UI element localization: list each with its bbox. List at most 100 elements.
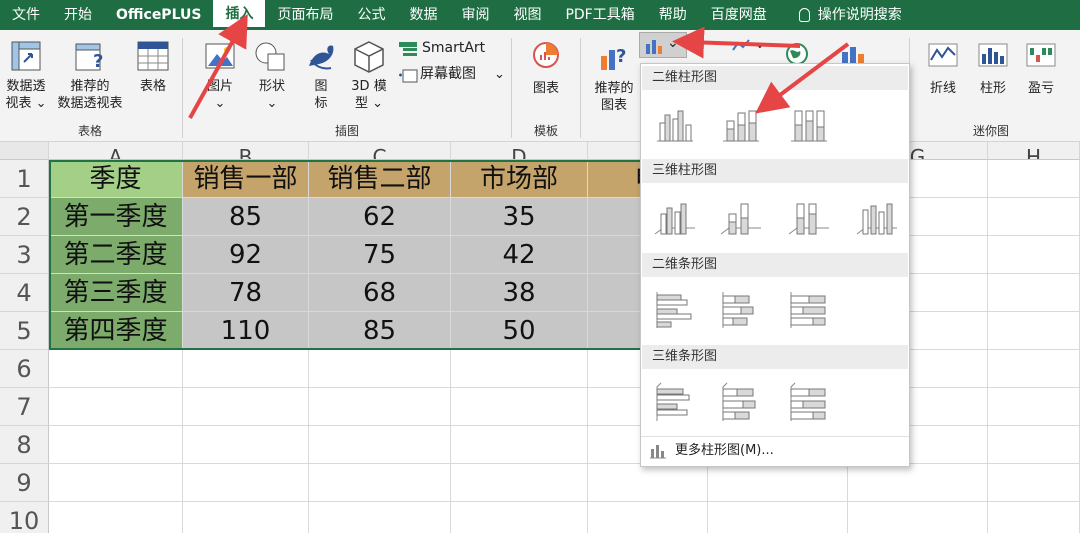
- 3d-model-button[interactable]: 3D 模 型 ⌄: [346, 38, 392, 120]
- quarter-cell[interactable]: 第二季度: [49, 236, 183, 274]
- row-header[interactable]: 7: [0, 388, 49, 426]
- clustered-bar-option[interactable]: [651, 286, 699, 334]
- sparkline-winloss-button[interactable]: 盈亏: [1019, 38, 1063, 108]
- empty-cell[interactable]: [988, 464, 1080, 502]
- empty-cell[interactable]: [451, 350, 588, 388]
- pivot-chart-icon[interactable]: [840, 44, 866, 64]
- quarter-cell[interactable]: 第一季度: [49, 198, 183, 236]
- table-button[interactable]: 表格: [130, 38, 176, 120]
- value-cell[interactable]: 85: [309, 312, 451, 350]
- tab-home[interactable]: 开始: [52, 0, 104, 30]
- 3d-stacked-bar-option[interactable]: [717, 379, 765, 427]
- empty-cell[interactable]: [49, 426, 183, 464]
- spreadsheet-grid[interactable]: A B C D E F G H 1季度销售一部销售二部市场部电2第一季度8562…: [0, 142, 1080, 533]
- empty-cell[interactable]: [49, 388, 183, 426]
- sparkline-line-button[interactable]: 折线: [921, 38, 965, 108]
- table-header-cell[interactable]: 销售一部: [183, 160, 309, 198]
- clustered-column-option[interactable]: [651, 101, 699, 149]
- value-cell[interactable]: 68: [309, 274, 451, 312]
- empty-cell[interactable]: [988, 236, 1080, 274]
- empty-cell[interactable]: [588, 464, 708, 502]
- empty-cell[interactable]: [708, 464, 848, 502]
- empty-cell[interactable]: [988, 502, 1080, 533]
- tab-data[interactable]: 数据: [397, 0, 449, 30]
- empty-cell[interactable]: [309, 502, 451, 533]
- col-header-d[interactable]: D: [451, 142, 588, 160]
- tab-help[interactable]: 帮助: [647, 0, 699, 30]
- row-header[interactable]: 8: [0, 426, 49, 464]
- empty-cell[interactable]: [708, 502, 848, 533]
- empty-cell[interactable]: [588, 502, 708, 533]
- tab-insert[interactable]: 插入: [213, 0, 266, 30]
- picture-button[interactable]: 图片 ⌄: [198, 38, 242, 120]
- 100-stacked-bar-option[interactable]: [785, 286, 833, 334]
- value-cell[interactable]: 85: [183, 198, 309, 236]
- line-chart-button[interactable]: ⌄: [728, 34, 768, 58]
- 3d-clustered-bar-option[interactable]: [651, 379, 699, 427]
- 3d-100-stacked-column-option[interactable]: [785, 194, 833, 242]
- more-column-charts-item[interactable]: 更多柱形图(M)...: [649, 441, 774, 461]
- table-header-cell-quarter[interactable]: 季度: [49, 160, 183, 198]
- column-chart-button[interactable]: ⌄: [639, 32, 687, 58]
- select-all-corner[interactable]: [0, 142, 49, 160]
- chart-template-button[interactable]: 图表: [523, 38, 569, 120]
- value-cell[interactable]: 75: [309, 236, 451, 274]
- tell-me-search[interactable]: 操作说明搜索: [787, 0, 914, 30]
- empty-cell[interactable]: [49, 350, 183, 388]
- empty-cell[interactable]: [183, 502, 309, 533]
- empty-cell[interactable]: [451, 502, 588, 533]
- shapes-button[interactable]: 形状 ⌄: [250, 38, 294, 120]
- pivot-table-button[interactable]: 数据透 视表 ⌄: [2, 38, 50, 120]
- recommended-pivot-button[interactable]: ? 推荐的 数据透视表: [52, 38, 128, 120]
- col-header-b[interactable]: B: [183, 142, 309, 160]
- smartart-button[interactable]: SmartArt: [398, 40, 504, 60]
- empty-cell[interactable]: [988, 426, 1080, 464]
- value-cell[interactable]: 62: [309, 198, 451, 236]
- value-cell[interactable]: 78: [183, 274, 309, 312]
- empty-cell[interactable]: [183, 464, 309, 502]
- empty-cell[interactable]: [309, 464, 451, 502]
- empty-cell[interactable]: [49, 502, 183, 533]
- tab-formulas[interactable]: 公式: [345, 0, 397, 30]
- row-header[interactable]: 6: [0, 350, 49, 388]
- col-header-h[interactable]: H: [988, 142, 1080, 160]
- row-header[interactable]: 9: [0, 464, 49, 502]
- 3d-stacked-column-option[interactable]: [717, 194, 765, 242]
- tab-pdf-tools[interactable]: PDF工具箱: [553, 0, 646, 30]
- value-cell[interactable]: 42: [451, 236, 588, 274]
- empty-cell[interactable]: [988, 160, 1080, 198]
- value-cell[interactable]: 110: [183, 312, 309, 350]
- empty-cell[interactable]: [309, 388, 451, 426]
- empty-cell[interactable]: [988, 198, 1080, 236]
- 3d-100-stacked-bar-option[interactable]: [785, 379, 833, 427]
- stacked-column-option[interactable]: [717, 101, 765, 149]
- empty-cell[interactable]: [988, 350, 1080, 388]
- quarter-cell[interactable]: 第三季度: [49, 274, 183, 312]
- row-header[interactable]: 1: [0, 160, 49, 198]
- tab-baidu-disk[interactable]: 百度网盘: [699, 0, 779, 30]
- empty-cell[interactable]: [183, 426, 309, 464]
- empty-cell[interactable]: [848, 502, 988, 533]
- empty-cell[interactable]: [183, 388, 309, 426]
- empty-cell[interactable]: [309, 426, 451, 464]
- table-header-cell[interactable]: 销售二部: [309, 160, 451, 198]
- row-header[interactable]: 5: [0, 312, 49, 350]
- empty-cell[interactable]: [848, 464, 988, 502]
- value-cell[interactable]: 92: [183, 236, 309, 274]
- empty-cell[interactable]: [988, 388, 1080, 426]
- tab-file[interactable]: 文件: [0, 0, 52, 30]
- tab-officeplus[interactable]: OfficePLUS: [104, 0, 213, 30]
- icons-button[interactable]: 图 标: [302, 38, 340, 120]
- empty-cell[interactable]: [309, 350, 451, 388]
- value-cell[interactable]: 38: [451, 274, 588, 312]
- empty-cell[interactable]: [451, 388, 588, 426]
- empty-cell[interactable]: [988, 274, 1080, 312]
- 3d-column-option[interactable]: [853, 194, 901, 242]
- table-header-cell[interactable]: 市场部: [451, 160, 588, 198]
- quarter-cell[interactable]: 第四季度: [49, 312, 183, 350]
- 100-stacked-column-option[interactable]: [785, 101, 833, 149]
- row-header[interactable]: 2: [0, 198, 49, 236]
- row-header[interactable]: 10: [0, 502, 49, 533]
- tab-view[interactable]: 视图: [501, 0, 553, 30]
- value-cell[interactable]: 35: [451, 198, 588, 236]
